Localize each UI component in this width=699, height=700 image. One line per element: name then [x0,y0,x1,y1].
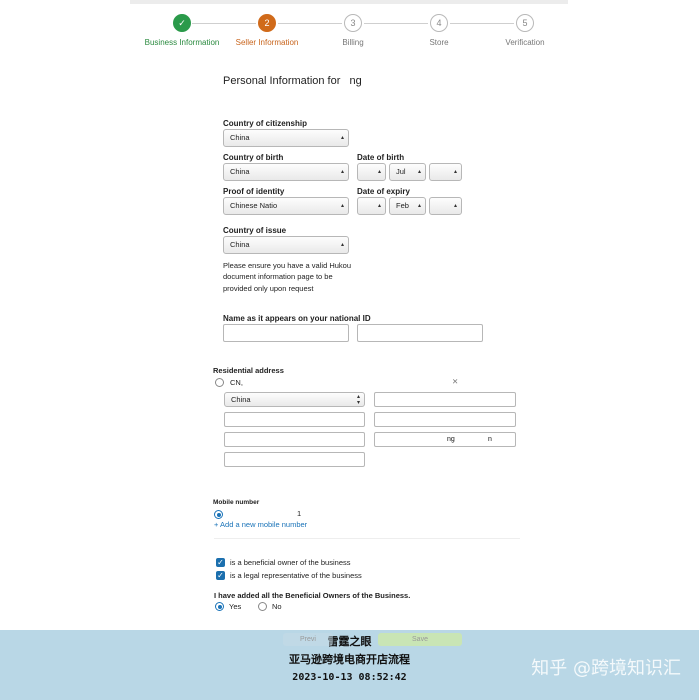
step-store[interactable]: 4 Store [394,14,484,47]
step-label: Seller Information [235,38,299,47]
step-number: 4 [430,14,448,32]
select-value: Jul [396,167,406,176]
address-country-select[interactable]: China ▴ ▾ [224,392,365,407]
select-arrows-icon: ▴▾ [340,135,344,141]
step-label: Business Information [144,38,220,47]
proof-of-identity-select[interactable]: Chinese Natio ▴▾ [223,197,349,215]
select-value: Chinese Natio [230,201,278,210]
residential-address-title: Residential address [213,366,284,375]
progress-stepper: ✓ Business Information 2 Seller Informat… [130,0,568,50]
beneficial-owner-checkbox[interactable]: ✓ [216,558,225,567]
select-arrows-icon: ▴▾ [417,169,421,175]
beneficial-owner-label: is a beneficial owner of the business [230,558,351,567]
checkmark-icon: ✓ [173,14,191,32]
step-verification[interactable]: 5 Verification [480,14,570,47]
mobile-number-title: Mobile number [213,499,260,506]
section-divider [214,538,520,539]
hukou-notice: Please ensure you have a valid Hukou doc… [223,261,351,293]
select-arrows-icon: ▴▾ [377,203,381,209]
select-arrows-icon: ▴▾ [377,169,381,175]
select-arrows-icon: ▴▾ [453,169,457,175]
address-state-input[interactable] [224,432,365,447]
select-arrows-icon: ▴▾ [340,242,344,248]
all-owners-yes-radio[interactable] [215,602,224,611]
address-line-2-input[interactable] [374,412,516,427]
address-option-label: CN, [230,378,243,387]
select-value: China [230,133,250,142]
select-value: China [230,240,250,249]
step-business-information[interactable]: ✓ Business Information [137,14,227,47]
previous-button[interactable]: Previ [283,633,333,646]
all-owners-yes-label: Yes [229,602,242,611]
address-line-3-input[interactable]: ng n [374,432,516,447]
address-line-1-input[interactable] [374,392,516,407]
zhihu-watermark: 知乎 @跨境知识汇 [531,658,681,679]
step-label: Billing [342,38,364,47]
issue-country-select[interactable]: China ▴▾ [223,236,349,254]
step-label: Store [429,38,449,47]
national-id-name-label: Name as it appears on your national ID [223,314,371,323]
first-name-input[interactable] [223,324,349,342]
issue-country-label: Country of issue [223,226,287,235]
stepper-top-border [130,0,568,4]
proof-of-identity-label: Proof of identity [223,187,285,196]
select-arrows-icon: ▴▾ [417,203,421,209]
step-number: 2 [258,14,276,32]
expiry-year-select[interactable]: ▴▾ [429,197,462,215]
step-seller-information[interactable]: 2 Seller Information [222,14,312,47]
select-arrows-icon: ▴▾ [453,203,457,209]
save-button[interactable]: Save [378,633,462,646]
step-number: 3 [344,14,362,32]
redacted-name-fragment: ng [349,75,362,87]
dob-month-select[interactable]: Jul ▴▾ [389,163,426,181]
select-value: China [231,395,251,404]
legal-representative-checkbox[interactable]: ✓ [216,571,225,580]
mobile-number-radio[interactable] [214,510,223,519]
page-title-text: Personal Information for [223,75,341,87]
dob-year-select[interactable]: ▴▾ [429,163,462,181]
citizenship-label: Country of citizenship [223,119,307,128]
dob-label: Date of birth [357,153,405,162]
address-partial-text: n [488,436,492,443]
page-title: Personal Information for ng [223,75,362,87]
all-owners-no-radio[interactable] [258,602,267,611]
select-value: China [230,167,250,176]
close-icon: ✕ [452,377,459,386]
mobile-number-value: 1 [297,509,302,518]
last-name-input[interactable] [357,324,483,342]
add-mobile-number-link[interactable]: + Add a new mobile number [214,520,307,529]
select-arrows-icon: ▴▾ [356,394,360,406]
step-billing[interactable]: 3 Billing [308,14,398,47]
expiry-month-select[interactable]: Feb ▴▾ [389,197,426,215]
birth-country-select[interactable]: China ▴▾ [223,163,349,181]
legal-representative-label: is a legal representative of the busines… [230,571,362,580]
address-partial-text: ng [447,436,455,443]
select-value: Feb [396,201,409,210]
address-postcode-input[interactable] [224,452,365,467]
address-option-radio[interactable] [215,378,224,387]
select-arrows-icon: ▴▾ [340,169,344,175]
expiry-day-select[interactable]: ▴▾ [357,197,386,215]
expiry-label: Date of expiry [357,187,410,196]
address-city-input[interactable] [224,412,365,427]
all-owners-question: I have added all the Beneficial Owners o… [214,591,411,600]
step-label: Verification [505,38,545,47]
birth-country-label: Country of birth [223,153,284,162]
caption-line-1: 雷霆之眼 [327,635,372,648]
step-number: 5 [516,14,534,32]
citizenship-select[interactable]: China ▴▾ [223,129,349,147]
select-arrows-icon: ▴▾ [340,203,344,209]
all-owners-no-label: No [272,602,282,611]
dob-day-select[interactable]: ▴▾ [357,163,386,181]
